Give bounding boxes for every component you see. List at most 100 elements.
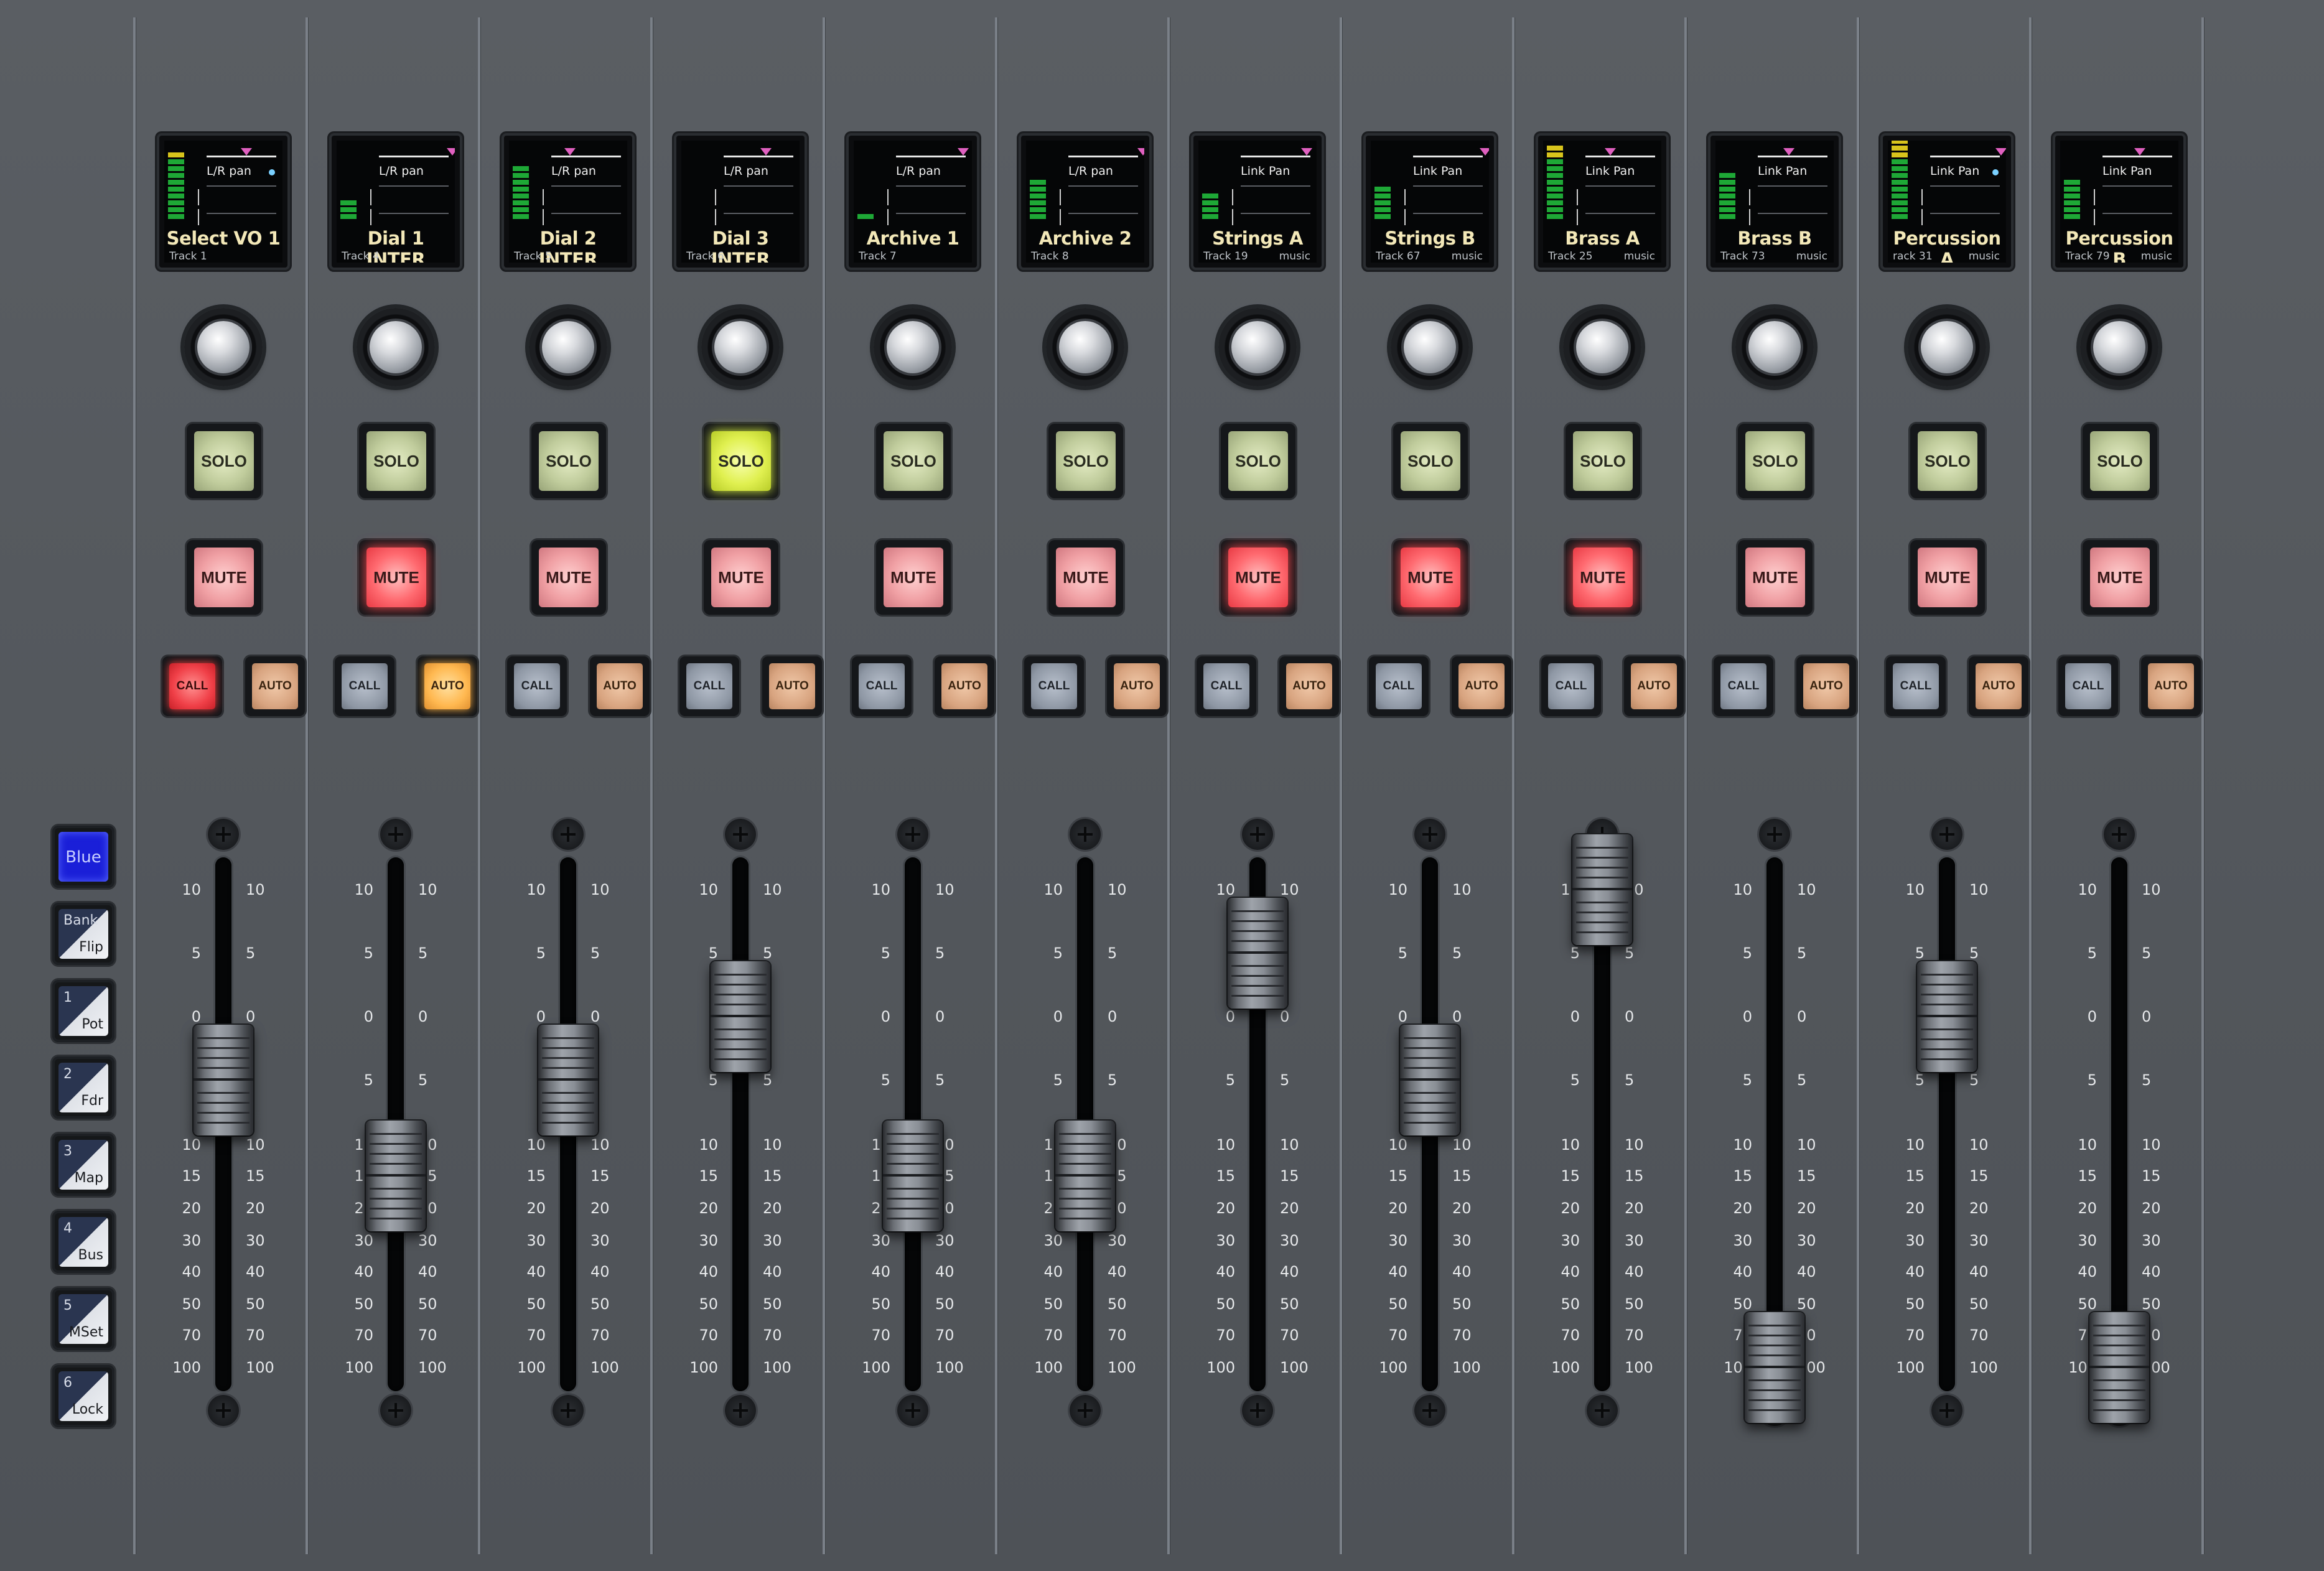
- mute-button[interactable]: MUTE: [1910, 540, 1985, 615]
- solo-button[interactable]: SOLO: [531, 424, 606, 498]
- pan-knob[interactable]: [529, 308, 607, 386]
- solo-button[interactable]: SOLO: [1738, 424, 1813, 498]
- mute-button[interactable]: MUTE: [876, 540, 951, 615]
- call-button[interactable]: CALL: [335, 656, 394, 716]
- auto-button[interactable]: AUTO: [1796, 656, 1856, 716]
- pan-knob[interactable]: [1563, 308, 1641, 386]
- fader-cap[interactable]: [194, 1025, 253, 1135]
- side-button-blue[interactable]: Blue: [52, 826, 114, 888]
- scale-mark: 15: [699, 1167, 718, 1185]
- solo-button[interactable]: SOLO: [1393, 424, 1468, 498]
- pan-knob[interactable]: [1046, 308, 1124, 386]
- mute-button[interactable]: MUTE: [1566, 540, 1640, 615]
- fader-track[interactable]: [1939, 857, 1955, 1391]
- call-button[interactable]: CALL: [2058, 656, 2118, 716]
- auto-button[interactable]: AUTO: [590, 656, 650, 716]
- fader-grip: [1748, 1354, 1801, 1356]
- call-button[interactable]: CALL: [162, 656, 222, 716]
- fader-cap[interactable]: [538, 1025, 598, 1135]
- solo-button[interactable]: SOLO: [876, 424, 951, 498]
- call-button[interactable]: CALL: [1541, 656, 1601, 716]
- solo-button[interactable]: SOLO: [1566, 424, 1640, 498]
- fader-cap[interactable]: [711, 961, 770, 1072]
- side-button-map[interactable]: 3 Map: [52, 1134, 114, 1196]
- auto-button[interactable]: AUTO: [1279, 656, 1339, 716]
- solo-button[interactable]: SOLO: [1910, 424, 1985, 498]
- side-button-face: 4 Bus: [58, 1217, 108, 1267]
- pan-knob[interactable]: [184, 308, 263, 386]
- pan-knob[interactable]: [1218, 308, 1297, 386]
- auto-button[interactable]: AUTO: [245, 656, 305, 716]
- channel-strip: L/R pan Dial 2 INTER Track 5 SOLO MUTE CALL AU…: [481, 0, 653, 1571]
- display-rule: [896, 213, 966, 214]
- scale-mark: 30: [1797, 1232, 1816, 1249]
- display-rule: [896, 185, 966, 187]
- mute-button[interactable]: MUTE: [1048, 540, 1123, 615]
- side-button-fdr[interactable]: 2 Fdr: [52, 1056, 114, 1119]
- fader-cap[interactable]: [1400, 1025, 1460, 1135]
- mute-button[interactable]: MUTE: [1393, 540, 1468, 615]
- fader-cap[interactable]: [1228, 898, 1287, 1009]
- solo-button[interactable]: SOLO: [1221, 424, 1295, 498]
- fader-cap[interactable]: [2089, 1312, 2149, 1423]
- fader-track[interactable]: [2111, 857, 2127, 1391]
- call-label: CALL: [1548, 663, 1594, 709]
- auto-button[interactable]: AUTO: [1969, 656, 2028, 716]
- mute-button[interactable]: MUTE: [1738, 540, 1813, 615]
- auto-button[interactable]: AUTO: [762, 656, 822, 716]
- mute-button[interactable]: MUTE: [359, 540, 434, 615]
- side-button-lock[interactable]: 6 Lock: [52, 1365, 114, 1427]
- auto-button[interactable]: AUTO: [1624, 656, 1684, 716]
- mute-button[interactable]: MUTE: [531, 540, 606, 615]
- call-button[interactable]: CALL: [1886, 656, 1946, 716]
- scale-mark: 40: [1216, 1263, 1235, 1280]
- mute-button[interactable]: MUTE: [704, 540, 778, 615]
- fader-track[interactable]: [732, 857, 749, 1391]
- scale-mark: 20: [1216, 1200, 1235, 1217]
- side-button-pot[interactable]: 1 Pot: [52, 980, 114, 1042]
- side-button-mset[interactable]: 5 MSet: [52, 1288, 114, 1350]
- scale-mark: 30: [1733, 1232, 1752, 1249]
- auto-button[interactable]: AUTO: [418, 656, 477, 716]
- fader-cap[interactable]: [366, 1121, 426, 1231]
- solo-button[interactable]: SOLO: [1048, 424, 1123, 498]
- solo-button[interactable]: SOLO: [187, 424, 261, 498]
- auto-button[interactable]: AUTO: [2141, 656, 2201, 716]
- pan-knob[interactable]: [357, 308, 435, 386]
- fader-cap[interactable]: [883, 1121, 943, 1231]
- pan-knob[interactable]: [1735, 308, 1814, 386]
- channel-name: Brass A: [1565, 228, 1640, 249]
- call-button[interactable]: CALL: [679, 656, 739, 716]
- pan-line: [379, 156, 449, 157]
- call-button[interactable]: CALL: [1024, 656, 1084, 716]
- mute-button[interactable]: MUTE: [2083, 540, 2157, 615]
- auto-button[interactable]: AUTO: [1107, 656, 1167, 716]
- pan-knob[interactable]: [874, 308, 952, 386]
- side-button-flip[interactable]: Bank Flip: [52, 903, 114, 965]
- fader-cap[interactable]: [1917, 961, 1977, 1072]
- pan-knob[interactable]: [701, 308, 780, 386]
- pan-line: [1413, 156, 1483, 157]
- meter-segment: [1374, 207, 1391, 212]
- call-button[interactable]: CALL: [852, 656, 912, 716]
- auto-button[interactable]: AUTO: [1452, 656, 1511, 716]
- call-button[interactable]: CALL: [1369, 656, 1429, 716]
- fader-cap[interactable]: [1572, 834, 1632, 945]
- pan-knob[interactable]: [1391, 308, 1469, 386]
- solo-button[interactable]: SOLO: [2083, 424, 2157, 498]
- fader-track[interactable]: [1766, 857, 1783, 1391]
- pan-knob[interactable]: [2080, 308, 2158, 386]
- fader-cap[interactable]: [1055, 1121, 1115, 1231]
- mute-button[interactable]: MUTE: [187, 540, 261, 615]
- auto-button[interactable]: AUTO: [935, 656, 994, 716]
- pan-knob[interactable]: [1908, 308, 1986, 386]
- solo-button[interactable]: SOLO: [704, 424, 778, 498]
- call-button[interactable]: CALL: [1714, 656, 1773, 716]
- call-button[interactable]: CALL: [1197, 656, 1256, 716]
- mute-button[interactable]: MUTE: [1221, 540, 1295, 615]
- solo-button[interactable]: SOLO: [359, 424, 434, 498]
- fader-cap[interactable]: [1745, 1312, 1804, 1423]
- side-button-bus[interactable]: 4 Bus: [52, 1211, 114, 1273]
- fader-grip: [370, 1188, 422, 1190]
- call-button[interactable]: CALL: [507, 656, 567, 716]
